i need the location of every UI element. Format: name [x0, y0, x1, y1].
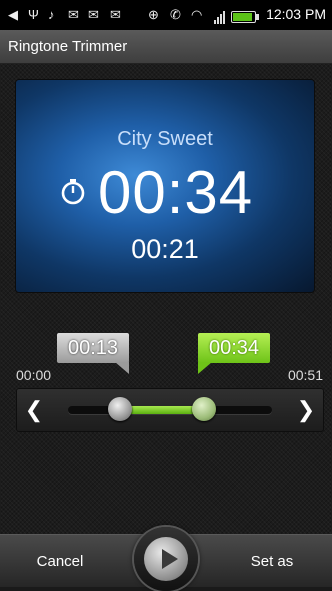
sound-icon: ♪ — [48, 7, 55, 22]
previous-button[interactable]: ❮ — [16, 388, 52, 432]
start-handle[interactable] — [108, 397, 133, 421]
wifi-icon: ◠ — [191, 7, 203, 22]
set-as-label: Set as — [250, 553, 294, 570]
start-bubble-pointer — [115, 362, 129, 374]
signal-icon — [214, 8, 228, 24]
set-as-button[interactable]: Set as — [212, 535, 332, 587]
play-icon — [162, 549, 178, 569]
usb-icon: Ψ — [28, 7, 39, 22]
cancel-button[interactable]: Cancel — [0, 535, 120, 587]
end-bubble-pointer — [198, 362, 212, 374]
page-title: Ringtone Trimmer — [8, 38, 128, 55]
back-icon: ◀ — [8, 7, 18, 22]
end-time-bubble: 00:34 — [198, 333, 270, 363]
end-handle[interactable] — [192, 397, 217, 421]
chevron-left-icon: ❮ — [24, 397, 44, 422]
range-end-label: 00:51 — [287, 367, 323, 383]
start-time-bubble: 00:13 — [57, 333, 129, 363]
play-button-face — [144, 537, 188, 581]
no-call-icon: ✆ — [170, 7, 181, 22]
title-bar: Ringtone Trimmer — [0, 30, 332, 64]
cancel-label: Cancel — [36, 553, 84, 570]
mail-icon: ✉ — [68, 7, 79, 22]
gps-icon: ⊕ — [148, 7, 159, 22]
trim-slider-bar: ❮ ❯ — [16, 388, 324, 432]
time-card: City Sweet 00:34 00:21 — [16, 80, 314, 292]
trim-track[interactable] — [68, 397, 272, 421]
range-start-label: 00:00 — [16, 367, 52, 383]
status-bar: ◀ Ψ ♪ ✉ ✉ ✉ ⊕ ✆ ◠ 12:03 PM — [0, 0, 332, 30]
mail-icon: ✉ — [88, 7, 99, 22]
stopwatch-icon — [61, 179, 85, 205]
gmail-icon: ✉ — [110, 7, 121, 22]
next-button[interactable]: ❯ — [288, 388, 324, 432]
play-button[interactable] — [134, 527, 198, 591]
battery-icon — [231, 11, 259, 23]
duration-display: 00:21 — [131, 234, 199, 264]
song-title: City Sweet — [117, 128, 213, 150]
chevron-right-icon: ❯ — [296, 397, 316, 422]
status-clock: 12:03 PM — [266, 6, 326, 22]
end-time-display: 00:34 — [98, 159, 254, 226]
bottom-bar: Cancel Set as — [0, 527, 332, 591]
